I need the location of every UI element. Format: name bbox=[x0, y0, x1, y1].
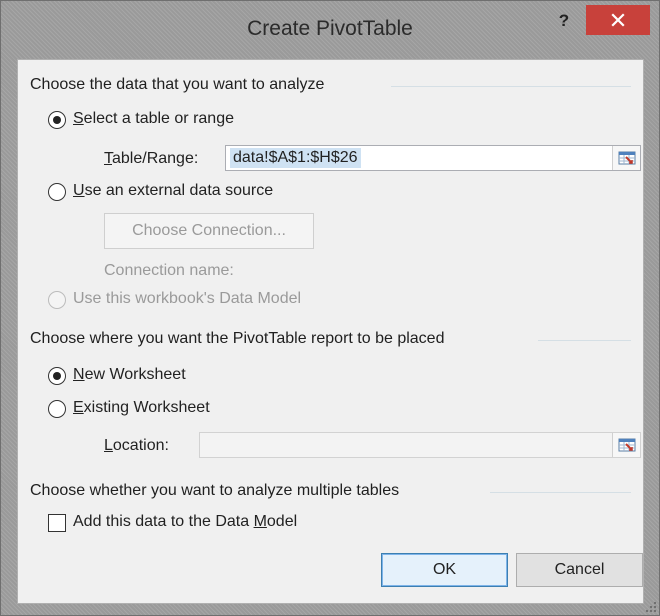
add-to-data-model-checkbox[interactable] bbox=[48, 514, 66, 532]
new-worksheet-label[interactable]: New Worksheet bbox=[73, 366, 186, 384]
accel-key: T bbox=[104, 150, 112, 167]
external-source-label[interactable]: Use an external data source bbox=[73, 182, 273, 200]
close-icon bbox=[611, 13, 625, 27]
data-model-label: Use this workbook's Data Model bbox=[73, 290, 302, 307]
table-range-label: Table/Range: bbox=[104, 150, 198, 168]
section-divider bbox=[391, 86, 631, 87]
accel-key: L bbox=[104, 437, 113, 454]
dialog-body: Choose the data that you want to analyze… bbox=[17, 59, 644, 604]
location-label: Location: bbox=[104, 437, 169, 455]
help-button[interactable]: ? bbox=[549, 7, 579, 35]
choose-connection-button[interactable]: Choose Connection... bbox=[104, 213, 314, 249]
resize-grip-icon[interactable] bbox=[645, 601, 657, 613]
ok-button[interactable]: OK bbox=[381, 553, 508, 587]
range-picker-button[interactable] bbox=[612, 146, 640, 170]
label-text: Add this data to the Data bbox=[73, 513, 254, 530]
select-table-radio[interactable] bbox=[48, 111, 66, 129]
label-text: se an external data source bbox=[84, 182, 274, 199]
label-text: ocation: bbox=[112, 437, 169, 454]
accel-key: M bbox=[253, 513, 267, 530]
label-text: able/Range: bbox=[112, 150, 199, 167]
section-heading-multi: Choose whether you want to analyze multi… bbox=[30, 482, 400, 499]
location-input[interactable] bbox=[199, 432, 641, 458]
label-text: ew Worksheet bbox=[84, 366, 186, 383]
accel-key: N bbox=[73, 366, 85, 383]
label-text: odel bbox=[266, 513, 298, 530]
select-table-label[interactable]: Select a table or range bbox=[73, 110, 234, 128]
external-source-radio[interactable] bbox=[48, 183, 66, 201]
label-text: elect a table or range bbox=[83, 110, 234, 127]
table-range-value[interactable]: data!$A$1:$H$26 bbox=[230, 148, 361, 168]
add-to-data-model-label[interactable]: Add this data to the Data Model bbox=[73, 513, 297, 531]
accel-key: U bbox=[73, 182, 85, 199]
range-picker-icon bbox=[618, 438, 635, 452]
existing-worksheet-label[interactable]: Existing Worksheet bbox=[73, 399, 210, 417]
data-model-radio[interactable] bbox=[48, 291, 66, 309]
table-range-input[interactable]: data!$A$1:$H$26 bbox=[225, 145, 641, 171]
accel-key: E bbox=[73, 399, 84, 416]
cancel-button[interactable]: Cancel bbox=[516, 553, 643, 587]
range-picker-icon bbox=[618, 151, 635, 165]
close-button[interactable] bbox=[586, 5, 650, 35]
label-text: xisting Worksheet bbox=[83, 399, 210, 416]
create-pivottable-dialog: Create PivotTable ? Choose the data that… bbox=[0, 0, 660, 616]
connection-name-label: Connection name: bbox=[104, 262, 234, 279]
accel-key: S bbox=[73, 110, 84, 127]
section-divider bbox=[538, 340, 631, 341]
section-heading-placement: Choose where you want the PivotTable rep… bbox=[30, 330, 445, 347]
existing-worksheet-radio[interactable] bbox=[48, 400, 66, 418]
section-divider bbox=[490, 492, 631, 493]
section-heading-data: Choose the data that you want to analyze bbox=[30, 76, 325, 93]
new-worksheet-radio[interactable] bbox=[48, 367, 66, 385]
location-picker-button[interactable] bbox=[612, 433, 640, 457]
